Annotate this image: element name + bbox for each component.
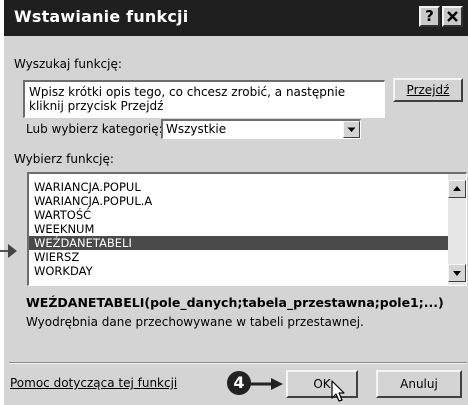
callout-arrow-icon [0, 244, 17, 258]
go-button-label: Przejdź [406, 83, 450, 97]
ok-button-label: OK [313, 377, 331, 391]
function-list-label: Wybierz funkcję: [14, 152, 114, 166]
category-value: Wszystkie [166, 122, 227, 136]
divider [9, 362, 467, 364]
category-dropdown-button[interactable] [343, 121, 360, 138]
scroll-up-arrow-icon [453, 186, 461, 191]
list-item[interactable]: WARIANCJA.POPUL.A [33, 194, 448, 208]
function-description: Wyodrębnia dane przechowywane w tabeli p… [26, 315, 364, 329]
category-label: Lub wybierz kategorię: [26, 122, 163, 136]
list-scrollbar[interactable] [448, 174, 466, 285]
help-link[interactable]: Pomoc dotycząca tej funkcji [10, 376, 177, 390]
scroll-down-button[interactable] [448, 264, 466, 282]
step-number-badge: 4 [227, 371, 251, 395]
callout-arrow-icon [250, 378, 283, 390]
list-item[interactable]: WIERSZ [33, 250, 448, 264]
chevron-down-icon [347, 127, 356, 132]
go-button[interactable]: Przejdź [393, 78, 463, 102]
window-title: Wstawianie funkcji [14, 7, 189, 26]
close-button[interactable] [442, 6, 463, 27]
list-item[interactable]: WARIANCJA.POPUL [33, 180, 448, 194]
scroll-down-arrow-icon [453, 271, 461, 276]
function-syntax: WEŹDANETABELI(pole_danych;tabela_przesta… [26, 295, 444, 310]
cancel-button[interactable]: Anuluj [376, 370, 462, 398]
mouse-pointer-icon [331, 380, 345, 402]
list-item-selected[interactable]: WEŹDANETABELI [29, 236, 448, 250]
help-button[interactable]: ? [419, 6, 440, 27]
list-item[interactable]: WARTOŚĆ [33, 208, 448, 222]
search-textarea[interactable]: Wpisz krótki opis tego, co chcesz zrobić… [23, 80, 385, 118]
cancel-button-label: Anuluj [400, 377, 438, 391]
function-listbox[interactable]: WARIANCJA.POPUL WARIANCJA.POPUL.A WARTOŚ… [27, 172, 467, 286]
list-item[interactable]: WEEKNUM [33, 222, 448, 236]
category-select[interactable]: Wszystkie [161, 119, 361, 139]
scroll-up-button[interactable] [448, 180, 466, 198]
ok-button[interactable]: OK [286, 370, 358, 398]
list-item[interactable]: WORKDAY [33, 264, 448, 278]
title-bar: Wstawianie funkcji ? [4, 0, 468, 36]
search-label: Wyszukaj funkcję: [14, 57, 122, 71]
close-icon [447, 11, 458, 22]
